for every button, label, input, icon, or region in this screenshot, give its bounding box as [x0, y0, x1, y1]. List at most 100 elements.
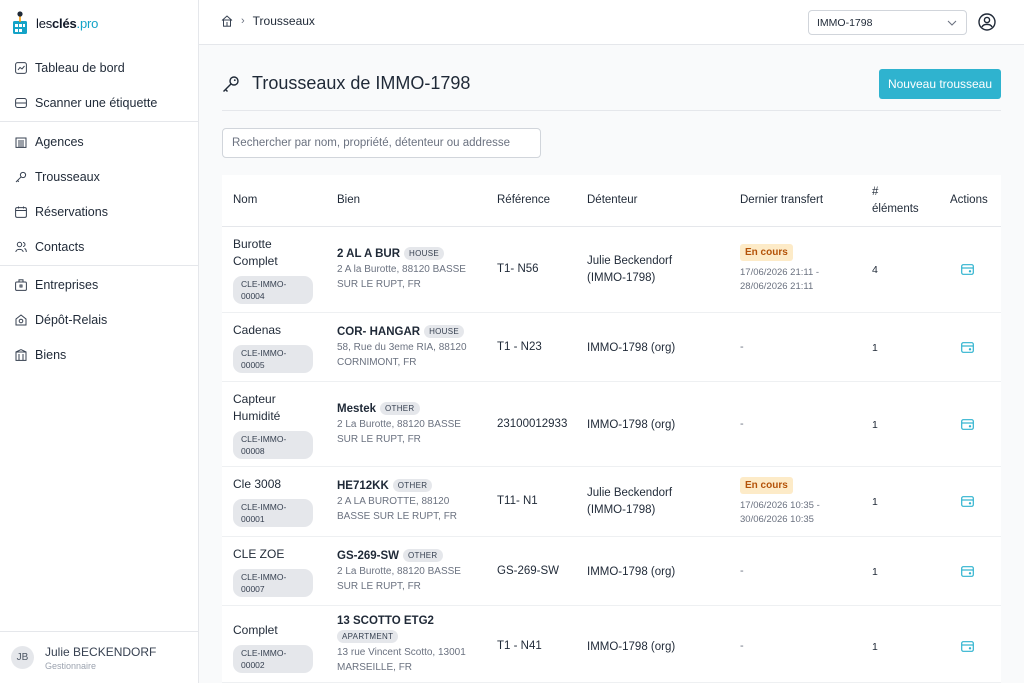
bien-type-badge: APARTMENT: [337, 630, 399, 643]
trousseau-name: Complet: [233, 623, 278, 637]
column-header-nom[interactable]: Nom: [233, 194, 257, 206]
key-icon: [15, 171, 27, 183]
sidebar-item-contacts[interactable]: Contacts: [15, 236, 84, 258]
cell-bien[interactable]: GS-269-SW OTHER 2 La Burotte, 88120 BASSE…: [337, 549, 469, 594]
account-icon[interactable]: [978, 13, 996, 31]
cell-detenteur: IMMO-1798 (org): [587, 641, 676, 653]
cell-detenteur: IMMO-1798 (org): [587, 342, 676, 354]
trousseau-name: CLE ZOE: [233, 547, 285, 561]
bien-address: 58, Rue du 3eme RIA, 88120 CORNIMONT, FR: [337, 342, 467, 368]
user-profile[interactable]: JB Julie BECKENDORF Gestionnaire: [0, 631, 199, 683]
cell-nom: Complet CLE-IMMO-00002: [233, 622, 313, 673]
user-role: Gestionnaire: [45, 660, 97, 671]
sidebar-item-biens[interactable]: Biens: [15, 344, 66, 366]
bien-type-badge: HOUSE: [404, 247, 444, 260]
cell-reference: T1 - N23: [497, 341, 542, 353]
transfer-action-icon[interactable]: [961, 566, 974, 577]
sidebar-item-agences[interactable]: Agences: [15, 131, 84, 153]
new-trousseau-button[interactable]: Nouveau trousseau: [879, 69, 1001, 99]
sidebar-item-reservations[interactable]: Réservations: [15, 201, 108, 223]
column-header-reference[interactable]: Référence: [497, 194, 550, 206]
logo[interactable]: lesclés.pro: [12, 10, 98, 36]
column-header-detenteur[interactable]: Détenteur: [587, 194, 638, 206]
trousseau-name: Capteur Humidité: [233, 392, 281, 423]
chevron-right-icon: ›: [241, 15, 245, 27]
table-row[interactable]: Cadenas CLE-IMMO-00005 COR- HANGAR HOUSE …: [222, 313, 1001, 382]
sidebar-item-entreprises[interactable]: Entreprises: [15, 274, 98, 296]
cell-transfert: -: [740, 341, 744, 353]
cell-reference: T11- N1: [497, 495, 538, 507]
cell-bien[interactable]: Mestek OTHER 2 La Burotte, 88120 BASSE SU…: [337, 402, 469, 447]
cell-elements-count: 1: [872, 641, 878, 653]
cell-nom: Burotte Complet CLE-IMMO-00004: [233, 236, 313, 304]
organization-select[interactable]: IMMO-1798: [808, 10, 967, 35]
cell-elements-count: 1: [872, 342, 878, 354]
calendar-icon: [15, 206, 27, 218]
breadcrumb-current: Trousseaux: [252, 14, 315, 28]
sidebar-item-trousseaux[interactable]: Trousseaux: [15, 166, 100, 188]
trousseau-name: Cadenas: [233, 323, 282, 337]
column-header-elements[interactable]: éléments: [872, 203, 919, 215]
cell-transfert: En cours 17/06/2026 21:11 - 28/06/2026 2…: [740, 244, 840, 294]
cell-transfert: -: [740, 565, 744, 577]
cell-detenteur: Julie Beckendorf (IMMO-1798): [587, 487, 673, 516]
column-header-actions: Actions: [950, 194, 988, 206]
status-badge: En cours: [740, 477, 793, 494]
logo-icon: [13, 11, 27, 34]
bien-name: COR- HANGAR: [337, 325, 421, 338]
trousseau-name: Burotte Complet: [233, 237, 278, 268]
bien-type-badge: OTHER: [380, 402, 420, 415]
bien-type-badge: OTHER: [392, 479, 433, 492]
cell-reference: T1 - N41: [497, 640, 542, 652]
cell-detenteur: IMMO-1798 (org): [587, 566, 676, 578]
bien-address: 2 A LA BUROTTE, 88120 BASSE SUR LE RUPT,…: [337, 496, 458, 522]
cell-bien[interactable]: HE712KK OTHER 2 A LA BUROTTE, 88120 BASSE…: [337, 479, 469, 524]
trousseau-code-badge: CLE-IMMO-00008: [233, 431, 313, 459]
trousseau-code-badge: CLE-IMMO-00001: [233, 499, 313, 527]
avatar: JB: [11, 646, 34, 669]
cell-reference: 23100012933: [497, 418, 568, 430]
trousseau-code-badge: CLE-IMMO-00005: [233, 345, 313, 373]
topbar: › Trousseaux IMMO-1798: [199, 0, 1024, 45]
sidebar-item-scan[interactable]: Scanner une étiquette: [15, 92, 157, 114]
sidebar-item-label: Agences: [35, 135, 84, 149]
trousseau-code-badge: CLE-IMMO-00002: [233, 645, 313, 673]
building-icon: [15, 137, 27, 148]
sidebar-item-label: Biens: [35, 348, 67, 362]
sidebar-item-label: Tableau de bord: [35, 61, 125, 75]
sidebar-item-dashboard[interactable]: Tableau de bord: [15, 57, 125, 79]
cell-elements-count: 1: [872, 419, 878, 431]
transfer-action-icon[interactable]: [961, 342, 974, 353]
table-row[interactable]: Cle 3008 CLE-IMMO-00001 HE712KK OTHER 2 A…: [222, 467, 1001, 537]
table-row[interactable]: CLE ZOE CLE-IMMO-00007 GS-269-SW OTHER 2 …: [222, 537, 1001, 606]
column-header-bien[interactable]: Bien: [337, 194, 360, 206]
transfer-action-icon[interactable]: [961, 641, 974, 652]
cell-transfert: En cours 17/06/2026 10:35 - 30/06/2026 1…: [740, 477, 840, 527]
page-title: Trousseaux de IMMO-1798: [222, 73, 470, 94]
bien-name: HE712KK: [337, 479, 389, 492]
sidebar-item-depot-relais[interactable]: Dépôt-Relais: [15, 309, 107, 331]
cell-nom: Cle 3008 CLE-IMMO-00001: [233, 476, 313, 527]
transfer-action-icon[interactable]: [961, 264, 974, 275]
scan-icon: [15, 98, 27, 108]
column-header-transfert[interactable]: Dernier transfert: [740, 194, 823, 206]
cell-bien[interactable]: 13 SCOTTO ETG2 APARTMENT 13 rue Vincent S…: [337, 615, 477, 675]
organization-select-value: IMMO-1798: [817, 16, 873, 29]
users-icon: [15, 241, 27, 253]
table-row[interactable]: Burotte Complet CLE-IMMO-00004 2 AL A BU…: [222, 227, 1001, 313]
home-icon[interactable]: [221, 15, 233, 27]
transfer-action-icon[interactable]: [961, 496, 974, 507]
trousseau-code-badge: CLE-IMMO-00004: [233, 276, 313, 304]
cell-elements-count: 1: [872, 566, 878, 578]
search-input[interactable]: [222, 128, 541, 158]
table-row[interactable]: Capteur Humidité CLE-IMMO-00008 Mestek OT…: [222, 382, 1001, 467]
bien-address: 2 La Burotte, 88120 BASSE SUR LE RUPT, F…: [337, 566, 461, 592]
transfer-action-icon[interactable]: [961, 419, 974, 430]
sidebar-item-label: Trousseaux: [35, 170, 100, 184]
cell-transfert: -: [740, 418, 744, 430]
cell-bien[interactable]: 2 AL A BUR HOUSE 2 A la Burotte, 88120 BA…: [337, 247, 469, 292]
cell-bien[interactable]: COR- HANGAR HOUSE 58, Rue du 3eme RIA, 88…: [337, 325, 469, 370]
bien-type-badge: HOUSE: [424, 325, 465, 338]
nav-divider: [0, 265, 199, 266]
table-row[interactable]: Complet CLE-IMMO-00002 13 SCOTTO ETG2 APA…: [222, 606, 1001, 683]
